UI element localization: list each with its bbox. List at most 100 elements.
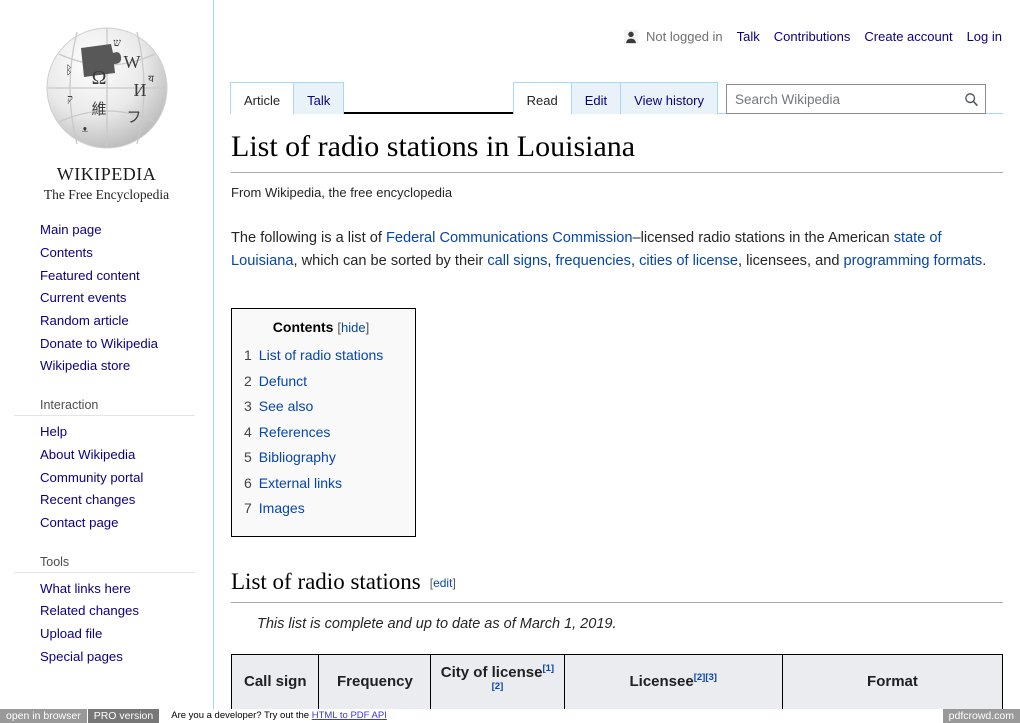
link-cities-of-license[interactable]: cities of license xyxy=(639,253,738,269)
portal-heading-tools: Tools xyxy=(14,551,195,573)
sidebar-item-wikipedia-store[interactable]: Wikipedia store xyxy=(40,355,213,378)
wordmark-text: WIKIPEDIA xyxy=(56,164,157,184)
tab-talk[interactable]: Talk xyxy=(294,82,345,114)
intro-text-7: . xyxy=(982,253,987,270)
toc-title-label: Contents xyxy=(272,319,334,336)
sidebar-item-help[interactable]: Help xyxy=(40,421,213,444)
tab-article[interactable]: Article xyxy=(230,82,295,114)
search-input[interactable] xyxy=(727,91,957,107)
toc-item-number: 7 xyxy=(244,500,252,517)
svg-text:ש: ש xyxy=(113,37,121,49)
open-in-browser-button[interactable]: open in browser xyxy=(0,709,87,723)
wikipedia-logo[interactable]: Ω W И 維 フ ᛒ ק ש ᴥ य WIKIPEDIA The Free E… xyxy=(0,0,213,203)
table-header-label: Format xyxy=(867,672,918,690)
sidebar-item-what-links-here[interactable]: What links here xyxy=(40,578,213,601)
toc-item-link[interactable]: List of radio stations xyxy=(259,347,384,363)
toc-item[interactable]: 7 Images xyxy=(244,496,398,521)
sidebar-item-main-page[interactable]: Main page xyxy=(40,219,213,242)
intro-text-3: , which can be sorted by their xyxy=(293,253,488,270)
toc-item[interactable]: 4 References xyxy=(244,420,398,445)
toc-item-number: 4 xyxy=(244,423,252,440)
sidebar-item-about-wikipedia[interactable]: About Wikipedia xyxy=(40,444,213,467)
toc-item-link[interactable]: Bibliography xyxy=(259,449,336,465)
personal-link-create-account[interactable]: Create account xyxy=(864,29,952,44)
toc-item-link[interactable]: References xyxy=(259,424,331,440)
svg-text:ᛒ: ᛒ xyxy=(65,63,72,77)
toc-item-link[interactable]: Images xyxy=(259,500,305,516)
reference-link[interactable]: [1] xyxy=(542,663,554,674)
sidebar-item-contents[interactable]: Contents xyxy=(40,242,213,265)
sidebar-item-special-pages[interactable]: Special pages xyxy=(40,646,213,669)
table-header-label: Call sign xyxy=(243,672,307,690)
toc-item-number: 2 xyxy=(244,372,252,389)
sidebar-item-contact-page[interactable]: Contact page xyxy=(40,512,213,535)
toc-item[interactable]: 5 Bibliography xyxy=(244,445,398,470)
link-frequencies[interactable]: frequencies xyxy=(556,253,631,269)
sidebar-item-current-events[interactable]: Current events xyxy=(40,287,213,310)
svg-text:Ω: Ω xyxy=(91,67,106,89)
toc-item-link[interactable]: Defunct xyxy=(259,373,307,389)
sidebar-item-community-portal[interactable]: Community portal xyxy=(40,467,213,490)
link-programming-formats[interactable]: programming formats xyxy=(844,253,983,269)
intro-text-5: , xyxy=(630,253,640,270)
not-logged-in-label: Not logged in xyxy=(646,29,723,44)
tab-view-history[interactable]: View history xyxy=(621,82,718,114)
svg-text:フ: フ xyxy=(126,110,141,126)
sidebar-item-donate-to-wikipedia[interactable]: Donate to Wikipedia xyxy=(40,333,213,356)
table-of-contents: Contents [hide] 1 List of radio stations 2… xyxy=(231,308,416,537)
toc-item[interactable]: 2 Defunct xyxy=(244,369,398,394)
link-fcc[interactable]: Federal Communications Commission xyxy=(386,230,633,246)
section-heading-label: List of radio stations xyxy=(231,568,421,594)
article-body: List of radio stations in Louisiana From… xyxy=(230,128,1004,712)
reference-marker: [2][3] xyxy=(694,672,717,683)
sidebar-portal-interaction: Interaction Help About Wikipedia Community… xyxy=(0,394,213,535)
table-header-licensee[interactable]: Licensee[2][3] xyxy=(563,653,783,712)
toc-item-number: 1 xyxy=(244,347,252,364)
reference-link[interactable]: [2] xyxy=(694,672,706,683)
search-button[interactable] xyxy=(957,85,985,113)
sidebar-portal-tools: Tools What links here Related changes Uplo… xyxy=(0,551,213,669)
sidebar-item-related-changes[interactable]: Related changes xyxy=(40,600,213,623)
table-header-call-sign[interactable]: Call sign xyxy=(230,653,320,712)
tab-read[interactable]: Read xyxy=(512,82,572,114)
wordmark: WIKIPEDIA xyxy=(0,160,213,186)
toc-item[interactable]: 1 List of radio stations xyxy=(244,343,398,368)
table-header-label: Licensee xyxy=(629,672,694,690)
tab-active-underline xyxy=(332,112,517,114)
intro-text-2: –licensed radio stations in the American xyxy=(632,229,894,246)
edit-link[interactable]: edit xyxy=(433,576,452,590)
toc-item-link[interactable]: External links xyxy=(259,475,342,491)
table-header-frequency[interactable]: Frequency xyxy=(318,653,432,712)
personal-link-talk[interactable]: Talk xyxy=(737,29,760,44)
toc-item-link[interactable]: See also xyxy=(259,398,313,414)
intro-text-4: , xyxy=(547,253,556,270)
sidebar-item-random-article[interactable]: Random article xyxy=(40,310,213,333)
search-box[interactable] xyxy=(726,84,986,114)
reference-link[interactable]: [2] xyxy=(492,681,504,692)
sidebar-item-featured-content[interactable]: Featured content xyxy=(40,265,213,288)
sidebar-item-upload-file[interactable]: Upload file xyxy=(40,623,213,646)
tab-bar: Article Talk Read Edit View history xyxy=(230,74,1003,114)
html-to-pdf-api-link[interactable]: HTML to PDF API xyxy=(312,710,387,721)
svg-text:維: 維 xyxy=(91,101,106,118)
svg-text:ᴥ: ᴥ xyxy=(82,123,88,135)
table-header-format[interactable]: Format xyxy=(781,653,1004,712)
toc-hide-toggle[interactable]: hide xyxy=(341,320,366,335)
toc-title: Contents [hide] xyxy=(244,319,398,335)
content-area: Not logged in Talk Contributions Create acc… xyxy=(214,0,1020,712)
table-header-city-of-license[interactable]: City of license[1] [2] xyxy=(430,653,565,712)
toc-item[interactable]: 6 External links xyxy=(244,471,398,496)
personal-link-contributions[interactable]: Contributions xyxy=(774,29,851,44)
developer-note-text: Are you a developer? Try out the xyxy=(171,710,312,721)
sidebar-item-recent-changes[interactable]: Recent changes xyxy=(40,489,213,512)
section-heading-list-of-radio-stations: List of radio stations [edit] xyxy=(231,567,1003,603)
personal-link-login[interactable]: Log in xyxy=(967,29,1002,44)
page-title: List of radio stations in Louisiana xyxy=(231,128,1003,173)
tab-edit[interactable]: Edit xyxy=(571,82,622,114)
developer-note: Are you a developer? Try out the HTML to… xyxy=(171,709,387,723)
link-call-signs[interactable]: call signs xyxy=(487,253,547,269)
pro-version-button[interactable]: PRO version xyxy=(87,709,160,723)
svg-text:И: И xyxy=(133,80,146,100)
toc-item[interactable]: 3 See also xyxy=(244,394,398,419)
reference-link[interactable]: [3] xyxy=(705,672,717,683)
